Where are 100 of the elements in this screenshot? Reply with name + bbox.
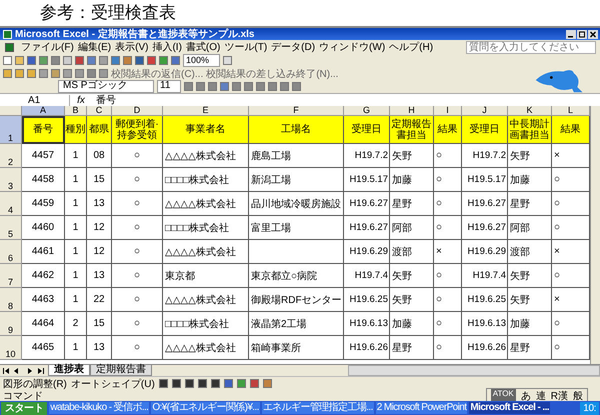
- table-cell: 15: [87, 168, 112, 192]
- help-search-field[interactable]: 質問を入力してください: [466, 40, 596, 54]
- ime-button[interactable]: 連: [536, 388, 546, 402]
- minimize-button[interactable]: [566, 30, 576, 38]
- formula-field[interactable]: 番号: [92, 93, 600, 107]
- close-button[interactable]: [588, 30, 598, 38]
- vertical-scrollbar[interactable]: [590, 106, 600, 364]
- table-cell: 矢野: [390, 288, 434, 312]
- table-cell: H19.6.26: [344, 336, 390, 360]
- column-header[interactable]: K: [508, 106, 552, 116]
- horizontal-scrollbar[interactable]: [348, 365, 600, 376]
- column-header[interactable]: G: [344, 106, 390, 116]
- table-header-cell: 事業者名: [163, 116, 249, 144]
- menu-item[interactable]: 挿入(I): [152, 40, 182, 54]
- table-cell: 4461: [22, 240, 65, 264]
- column-header[interactable]: C: [87, 106, 112, 116]
- row-header[interactable]: 8: [0, 288, 22, 312]
- table-cell: 星野: [508, 192, 552, 216]
- column-header[interactable]: D: [112, 106, 163, 116]
- row-header[interactable]: 10: [0, 336, 22, 360]
- taskbar-item[interactable]: エネルギー管理指定工場...: [262, 402, 374, 414]
- table-header-cell: 都県: [87, 116, 112, 144]
- column-header[interactable]: A: [22, 106, 65, 116]
- row-header[interactable]: 1: [0, 116, 22, 144]
- column-header[interactable]: E: [163, 106, 249, 116]
- table-cell: 12: [87, 240, 112, 264]
- column-header[interactable]: J: [462, 106, 508, 116]
- table-cell: 4464: [22, 312, 65, 336]
- table-cell: H19.6.27: [462, 192, 508, 216]
- table-cell: 1: [65, 264, 87, 288]
- table-cell: H19.7.2: [462, 144, 508, 168]
- table-cell: H19.7.4: [344, 264, 390, 288]
- toolbar-button[interactable]: 図形の調整(R): [3, 376, 67, 390]
- taskbar-item[interactable]: 2 Microsoft PowerPoint: [376, 402, 468, 414]
- zoom-dropdown[interactable]: 100%: [183, 54, 220, 67]
- row-header[interactable]: 7: [0, 264, 22, 288]
- sheet-nav-arrows-icon[interactable]: [2, 367, 46, 375]
- table-cell: 星野: [508, 336, 552, 360]
- row-header[interactable]: 4: [0, 192, 22, 216]
- table-cell: ○: [112, 240, 163, 264]
- toolbar-button[interactable]: 校閲結果の差し込み終了(N)...: [206, 66, 338, 80]
- menu-item[interactable]: 編集(E): [78, 40, 112, 54]
- table-cell: 13: [87, 192, 112, 216]
- table-cell: 富里工場: [249, 216, 344, 240]
- table-cell: ○: [112, 336, 163, 360]
- row-header[interactable]: 2: [0, 144, 22, 168]
- font-size-dropdown[interactable]: 11: [157, 80, 182, 93]
- ime-button[interactable]: 般: [573, 388, 583, 402]
- column-header[interactable]: L: [552, 106, 590, 116]
- sheet-tab[interactable]: 定期報告書: [90, 365, 152, 376]
- table-cell: △△△△株式会社: [163, 192, 249, 216]
- row-header[interactable]: 5: [0, 216, 22, 240]
- table-cell: 4462: [22, 264, 65, 288]
- taskbar-item[interactable]: O:¥(省エネルギー関係)¥...: [151, 402, 260, 414]
- ime-button[interactable]: ATOK: [490, 388, 516, 402]
- toolbar-button[interactable]: 校閲結果の返信(C)...: [111, 66, 204, 80]
- taskbar-item[interactable]: Microsoft Excel - ...: [469, 402, 550, 414]
- row-header[interactable]: 9: [0, 312, 22, 336]
- table-cell: 矢野: [508, 288, 552, 312]
- column-header[interactable]: H: [390, 106, 434, 116]
- menu-item[interactable]: ウィンドウ(W): [319, 40, 386, 54]
- select-all-corner[interactable]: [0, 106, 22, 116]
- table-cell: 4458: [22, 168, 65, 192]
- table-cell: 品川地域冷暖房施設: [249, 192, 344, 216]
- help-icon[interactable]: [223, 56, 232, 65]
- menu-item[interactable]: ファイル(F): [21, 40, 74, 54]
- column-header[interactable]: F: [249, 106, 344, 116]
- table-cell: 22: [87, 288, 112, 312]
- maximize-button[interactable]: [577, 30, 587, 38]
- table-header-cell: 定期報告書担当: [390, 116, 434, 144]
- table-header-cell: 郵便到着·持参受領: [112, 116, 163, 144]
- table-cell: 液晶第2工場: [249, 312, 344, 336]
- table-cell: △△△△株式会社: [163, 336, 249, 360]
- table-cell: 矢野: [508, 144, 552, 168]
- sheet-tab[interactable]: 進捗表: [48, 365, 90, 376]
- menu-item[interactable]: ヘルプ(H): [389, 40, 434, 54]
- table-cell: ○: [434, 336, 462, 360]
- table-cell: △△△△株式会社: [163, 288, 249, 312]
- row-header[interactable]: 3: [0, 168, 22, 192]
- table-cell: 御殿場RDFセンター: [249, 288, 344, 312]
- menu-item[interactable]: 表示(V): [115, 40, 148, 54]
- font-dropdown[interactable]: MS Pゴシック: [58, 80, 154, 93]
- table-cell: ○: [434, 216, 462, 240]
- sheet-icon[interactable]: [5, 42, 14, 52]
- column-header[interactable]: I: [434, 106, 462, 116]
- ime-button[interactable]: あ: [520, 388, 531, 402]
- start-button[interactable]: スタート: [1, 402, 48, 414]
- row-header[interactable]: 6: [0, 240, 22, 264]
- column-header[interactable]: B: [65, 106, 87, 116]
- toolbar-button[interactable]: オートシェイプ(U): [70, 376, 155, 390]
- menu-item[interactable]: ツール(T): [224, 40, 268, 54]
- status-text: コマンド: [2, 390, 43, 402]
- menu-item[interactable]: 書式(O): [186, 40, 220, 54]
- ime-button[interactable]: R漢: [550, 388, 568, 402]
- menu-item[interactable]: データ(D): [271, 40, 316, 54]
- table-cell: 東京都: [163, 264, 249, 288]
- table-cell: ○: [112, 216, 163, 240]
- taskbar-item[interactable]: watabe-kikuko - 受信ボ...: [49, 402, 150, 414]
- table-cell: ○: [434, 192, 462, 216]
- function-label: fx: [76, 94, 86, 106]
